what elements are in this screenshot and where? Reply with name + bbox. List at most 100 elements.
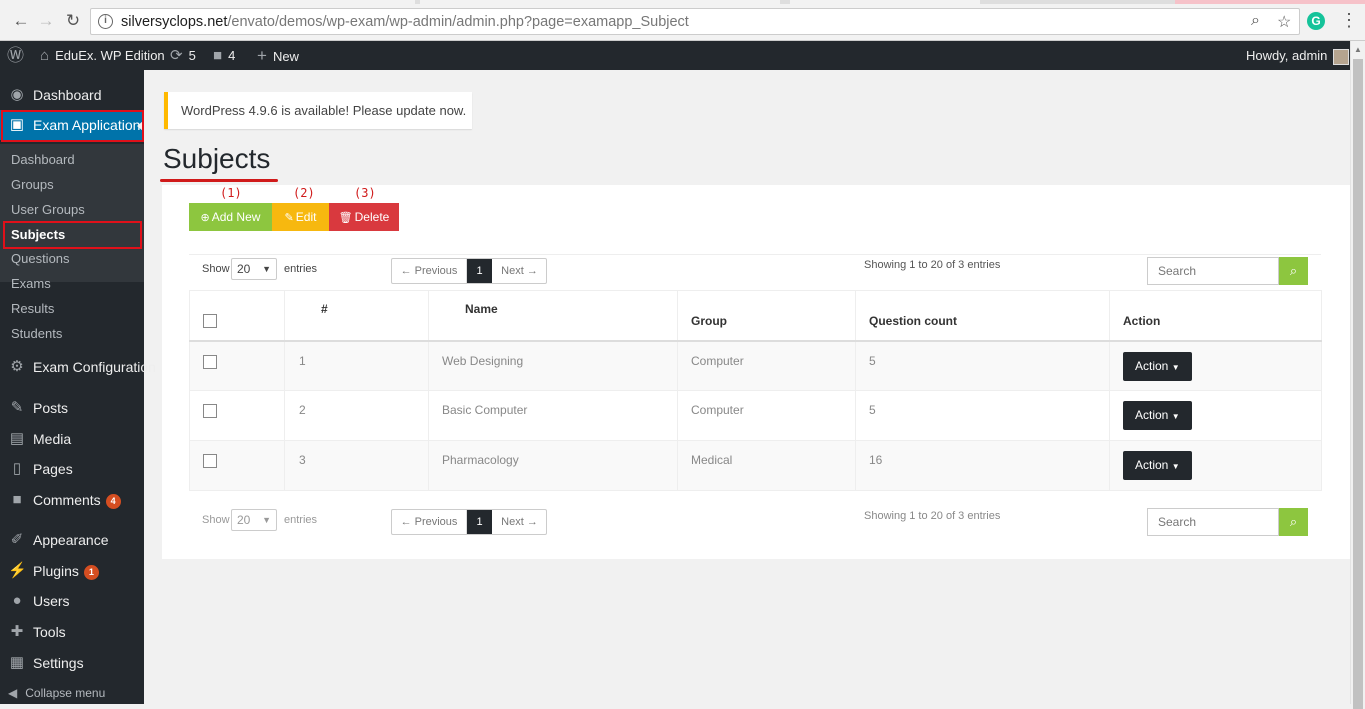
pushpin-icon: ✎ [10,399,24,416]
next-page-button[interactable]: Next → [492,259,547,283]
menu-tools[interactable]: ✚ Tools [0,617,144,647]
comments-badge: 4 [105,493,121,509]
address-bar[interactable]: i silversyclops.net/envato/demos/wp-exam… [90,8,1300,35]
browser-tab[interactable] [0,0,415,4]
delete-button[interactable]: 🗑 Delete [329,203,399,231]
action-dropdown-button[interactable]: Action ▼ [1123,451,1192,480]
show-label: Show [202,263,230,275]
row-checkbox[interactable] [203,354,217,369]
page-size-select[interactable]: 20 ▼ [231,509,277,531]
highlight-subjects [3,221,142,249]
menu-dashboard[interactable]: ◉ Dashboard [0,80,144,110]
cell-group: Computer [677,390,856,441]
menu-users[interactable]: ● Users [0,586,144,616]
cell-name: Web Designing [428,340,678,391]
table-controls-bottom: Show 20 ▼ entries ← Previous 1 Next → Sho… [189,506,1321,542]
gear-icon: ⚙ [10,358,24,375]
menu-exam-configuration[interactable]: ⚙ Exam Configuration [0,352,156,382]
browser-tab[interactable] [790,0,980,4]
entries-label: entries [284,514,318,526]
forward-icon[interactable]: → [35,10,57,32]
bookmark-star-icon[interactable]: ☆ [1277,12,1291,32]
scrollbar-thumb[interactable] [1353,59,1363,709]
search-button[interactable]: ⌕ [1279,257,1308,285]
action-dropdown-button[interactable]: Action ▼ [1123,401,1192,430]
menu-label: Tools [33,624,66,640]
plug-icon: ⚡ [8,562,27,579]
new-content-link[interactable]: + New [257,41,299,70]
cell-number: 2 [284,390,429,441]
browser-tab-active[interactable] [1175,0,1365,4]
browser-menu-icon[interactable]: ⋮ [1340,10,1358,31]
col-group[interactable]: Group [677,290,856,342]
menu-pages[interactable]: ▯ Pages [0,454,144,484]
delete-label: Delete [354,210,390,224]
cell-group: Computer [677,340,856,391]
col-question-count[interactable]: Question count [855,290,1110,342]
menu-posts[interactable]: ✎ Posts [0,393,144,423]
submenu-groups[interactable]: Groups [11,174,54,196]
menu-settings[interactable]: ▦ Settings [0,648,144,678]
edit-icon: ✎ [284,212,294,224]
menu-media[interactable]: ▤ Media [0,424,144,454]
search-button[interactable]: ⌕ [1279,508,1308,536]
pagination: ← Previous 1 Next → [391,258,547,284]
page-size-select[interactable]: 20 ▼ [231,258,277,280]
submenu-dashboard[interactable]: Dashboard [11,149,75,171]
submenu-exams[interactable]: Exams [11,273,51,295]
site-name-link[interactable]: ⌂ EduEx. WP Edition [40,41,165,70]
page-scrollbar[interactable]: ▲ [1350,41,1365,709]
update-notice: WordPress 4.9.6 is available! Please upd… [164,92,472,129]
next-page-button[interactable]: Next → [492,510,547,534]
select-all-header [189,290,285,342]
row-checkbox[interactable] [203,454,217,468]
select-all-checkbox[interactable] [203,313,217,328]
cell-count: 16 [855,440,1110,491]
submenu-students[interactable]: Students [11,323,62,345]
row-checkbox[interactable] [203,404,217,418]
page-1-button[interactable]: 1 [467,510,492,534]
media-icon: ▤ [9,430,25,447]
col-number[interactable]: # [284,290,429,342]
entries-label: entries [284,263,318,275]
col-name[interactable]: Name [428,290,678,342]
showing-entries-info: Showing 1 to 20 of 3 entries [864,510,1001,522]
plus-circle-icon: ⊕ [200,212,210,224]
collapse-menu-button[interactable]: ◀ Collapse menu [8,686,105,700]
menu-plugins[interactable]: ⚡ Plugins 1 [0,556,144,586]
submenu-results[interactable]: Results [11,298,54,320]
back-icon[interactable]: ← [10,10,32,32]
caret-down-icon: ▼ [1171,362,1180,372]
previous-page-button[interactable]: ← Previous [392,510,467,534]
reload-icon[interactable]: ↻ [62,10,84,32]
site-info-icon[interactable]: i [98,14,113,29]
row-select-cell [189,440,285,491]
new-label: New [272,49,299,64]
menu-comments[interactable]: ■ Comments 4 [0,485,144,515]
updates-link[interactable]: ⟳ 5 [170,41,196,70]
browser-tab[interactable] [420,0,780,4]
wp-admin-bar: Ⓦ ⌂ EduEx. WP Edition ⟳ 5 ■ 4 + New Howdy, a… [0,41,1365,70]
search-input[interactable]: Search [1147,257,1279,285]
previous-page-button[interactable]: ← Previous [392,259,467,283]
menu-appearance[interactable]: ✐ Appearance [0,525,144,555]
submenu-user-groups[interactable]: User Groups [11,199,85,221]
action-label: Action [1135,458,1169,472]
home-icon: ⌂ [40,47,50,64]
page-1-button[interactable]: 1 [467,259,492,283]
scroll-up-arrow-icon[interactable]: ▲ [1354,45,1362,54]
grammarly-extension-icon[interactable]: G [1307,12,1325,30]
wordpress-logo-icon[interactable]: Ⓦ [7,41,30,70]
edit-button[interactable]: ✎ Edit [272,203,329,231]
comments-link[interactable]: ■ 4 [213,41,235,70]
submenu-questions[interactable]: Questions [11,248,70,270]
annotation-1: (1) [220,186,242,200]
zoom-icon[interactable]: ⌕ [1251,12,1260,30]
url-text[interactable]: silversyclops.net/envato/demos/wp-exam/w… [121,14,689,30]
search-input[interactable]: Search [1147,508,1279,536]
my-account-link[interactable]: Howdy, admin [1246,41,1350,70]
cell-number: 3 [284,440,429,491]
add-new-button[interactable]: ⊕ Add New [189,203,272,231]
pagination: ← Previous 1 Next → [391,509,547,535]
action-dropdown-button[interactable]: Action ▼ [1123,351,1192,381]
